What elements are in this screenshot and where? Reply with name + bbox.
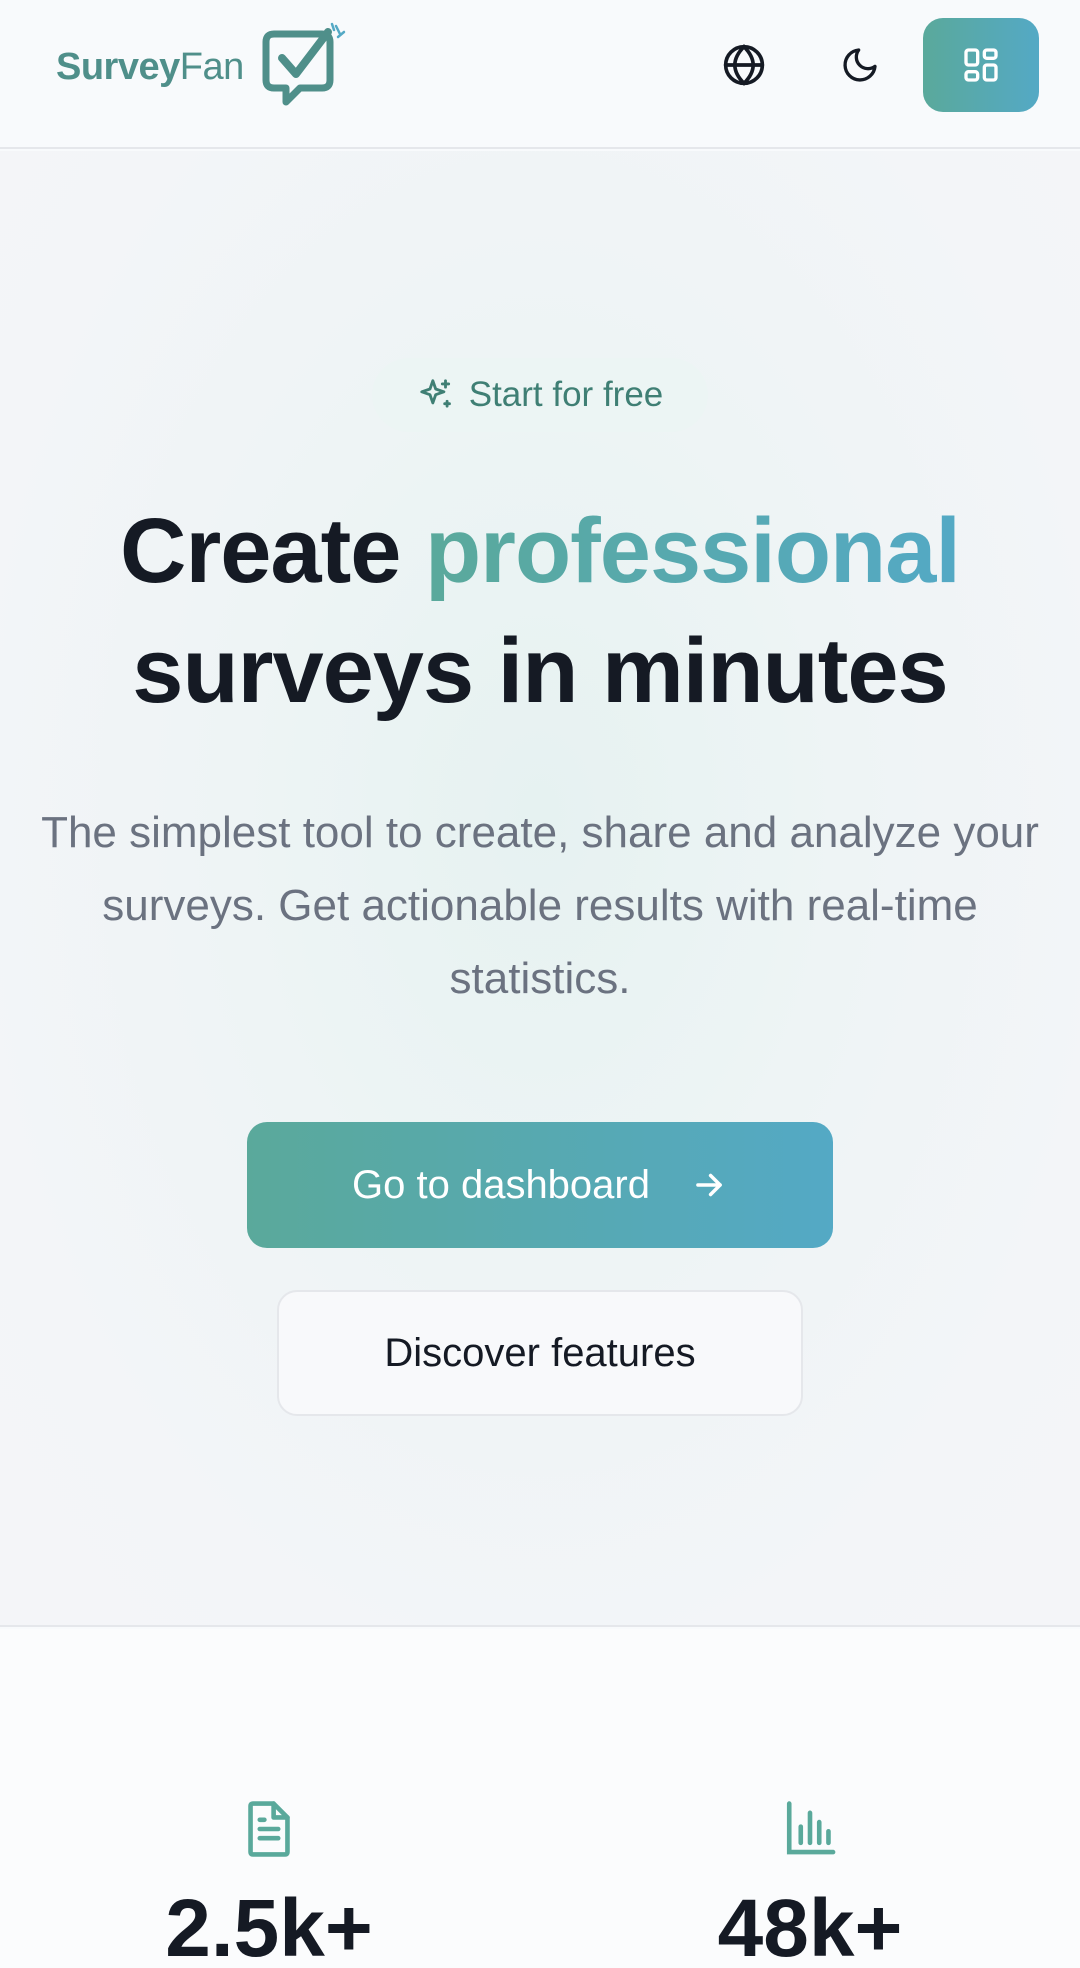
theme-toggle-button[interactable]	[825, 30, 895, 100]
stat-value: 48k+	[717, 1883, 903, 1968]
logo-text-fan: Fan	[179, 45, 244, 88]
discover-features-label: Discover features	[384, 1330, 696, 1375]
bar-chart-icon	[786, 1801, 836, 1855]
document-icon	[248, 1801, 290, 1857]
landing-page: SurveyFan Start for free Create professi…	[0, 0, 1080, 1968]
hero-section: Start for free Create professional survey…	[0, 151, 1080, 1627]
stat-responses: 48k+	[610, 1799, 1010, 1968]
headline-text-end: surveys in minutes	[132, 620, 948, 722]
stat-surveys: 2.5k+	[69, 1799, 469, 1968]
hero-subtitle: The simplest tool to create, share and a…	[41, 808, 1039, 1003]
top-header: SurveyFan	[0, 0, 1080, 149]
dashboard-button[interactable]	[923, 18, 1039, 112]
arrow-right-icon	[696, 1173, 722, 1197]
hero-headline: Create professional surveys in minutes	[0, 491, 1080, 731]
stats-section: 2.5k+ 48k+	[0, 1629, 1080, 1968]
headline-text-start: Create	[120, 500, 425, 602]
sparkles-icon	[420, 379, 451, 408]
headline-accent: professional	[424, 500, 961, 602]
go-to-dashboard-label: Go to dashboard	[352, 1162, 650, 1207]
logo[interactable]: SurveyFan	[56, 22, 346, 112]
start-free-badge: Start for free	[372, 358, 708, 432]
logo-text-survey: Survey	[56, 45, 180, 88]
globe-icon	[723, 44, 765, 86]
logo-text: SurveyFan	[56, 46, 244, 89]
grid-icon	[964, 48, 998, 82]
chat-check-icon	[262, 22, 346, 106]
moon-icon	[843, 48, 877, 82]
badge-label: Start for free	[468, 375, 664, 414]
stat-value: 2.5k+	[165, 1883, 373, 1968]
discover-features-button[interactable]: Discover features	[277, 1290, 803, 1416]
language-button[interactable]	[709, 30, 779, 100]
go-to-dashboard-button[interactable]: Go to dashboard	[247, 1122, 833, 1248]
